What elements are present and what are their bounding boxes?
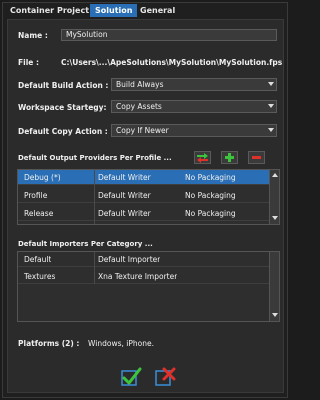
category-cell: Default xyxy=(24,255,52,264)
writer-cell: Default Writer xyxy=(98,191,151,200)
profile-cell: Profile xyxy=(24,191,48,200)
table-row[interactable]: Release Default Writer No Packaging xyxy=(18,206,271,221)
swap-button[interactable] xyxy=(194,151,211,164)
workspace-label: Workspace Startegy: xyxy=(18,103,107,112)
chevron-down-icon xyxy=(268,104,274,108)
ok-button[interactable] xyxy=(120,367,142,387)
cancel-button[interactable] xyxy=(154,367,176,387)
output-providers-table: Debug (*) Default Writer No Packaging Pr… xyxy=(17,169,280,225)
solution-window: Container Project Solution General Name … xyxy=(2,2,288,398)
tab-general[interactable]: General xyxy=(135,4,180,17)
tab-bar: Container Project Solution General xyxy=(3,3,287,17)
table-row[interactable]: Textures Xna Texture Importer xyxy=(18,269,271,284)
chevron-down-icon xyxy=(268,128,274,132)
platforms-value: Windows, iPhone. xyxy=(88,339,154,348)
ok-check-icon xyxy=(121,367,142,386)
workspace-value: Copy Assets xyxy=(116,102,162,111)
writer-cell: Default Writer xyxy=(98,209,151,218)
importers-label: Default Importers Per Category ... xyxy=(18,240,153,248)
scroll-up-icon[interactable] xyxy=(272,173,278,177)
name-input[interactable]: MySolution xyxy=(61,29,277,41)
copy-action-select[interactable]: Copy If Newer xyxy=(111,124,277,137)
workspace-select[interactable]: Copy Assets xyxy=(111,100,277,113)
profile-cell: Debug (*) xyxy=(24,173,61,182)
importer-cell: Default Importer xyxy=(98,255,161,264)
packaging-cell: No Packaging xyxy=(185,191,236,200)
file-label: File : xyxy=(18,58,39,67)
chevron-down-icon xyxy=(268,82,274,86)
remove-provider-button[interactable] xyxy=(248,151,265,164)
name-label: Name : xyxy=(18,31,48,40)
build-action-select[interactable]: Build Always xyxy=(111,78,277,91)
column-divider xyxy=(94,170,95,224)
writer-cell: Default Writer xyxy=(98,173,151,182)
packaging-cell: No Packaging xyxy=(185,209,236,218)
scroll-down-icon[interactable] xyxy=(272,313,278,317)
cancel-icon xyxy=(155,367,176,386)
add-provider-button[interactable] xyxy=(221,151,238,164)
scrollbar[interactable] xyxy=(269,170,279,224)
importer-cell: Xna Texture Importer xyxy=(98,272,178,281)
solution-panel: Name : MySolution File : C:\Users\...\Ap… xyxy=(7,19,284,393)
scrollbar[interactable] xyxy=(269,252,279,321)
build-action-value: Build Always xyxy=(116,80,164,89)
build-action-label: Default Build Action : xyxy=(18,81,109,90)
copy-action-label: Default Copy Action : xyxy=(18,127,108,136)
table-row[interactable]: Default Default Importer xyxy=(18,252,271,267)
platforms-label: Platforms (2) : xyxy=(18,339,80,348)
file-path: C:\Users\...\ApeSolutions\MySolution\MyS… xyxy=(61,58,283,67)
output-providers-label: Default Output Providers Per Profile ... xyxy=(18,154,172,162)
tab-project[interactable]: Project xyxy=(52,4,94,17)
tab-container[interactable]: Container xyxy=(5,4,59,17)
category-cell: Textures xyxy=(24,272,56,281)
importers-table: Default Default Importer Textures Xna Te… xyxy=(17,251,280,322)
remove-icon xyxy=(252,156,261,159)
table-row[interactable]: Profile Default Writer No Packaging xyxy=(18,188,271,203)
swap-icon xyxy=(197,153,208,163)
column-divider xyxy=(94,252,95,284)
profile-cell: Release xyxy=(24,209,54,218)
scroll-down-icon[interactable] xyxy=(272,216,278,220)
add-icon xyxy=(225,153,234,162)
tab-solution[interactable]: Solution xyxy=(90,4,138,17)
packaging-cell: No Packaging xyxy=(185,173,236,182)
table-row[interactable]: Debug (*) Default Writer No Packaging xyxy=(18,170,271,185)
copy-action-value: Copy If Newer xyxy=(116,126,169,135)
